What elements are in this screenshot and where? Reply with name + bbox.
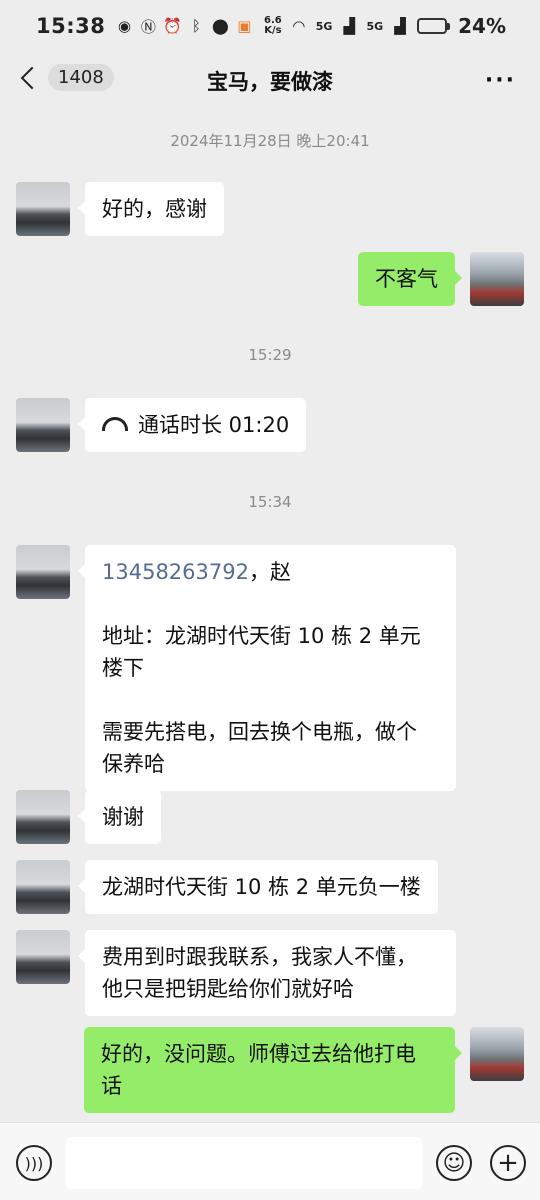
signal-2-label: 5G	[366, 19, 384, 33]
network-speed-unit: K/s	[264, 25, 282, 36]
app-notification-icon: ▣	[237, 17, 252, 35]
message-timestamp: 2024年11月28日 晚上20:41	[170, 132, 370, 150]
status-time: 15:38	[36, 14, 106, 38]
message-bubble[interactable]: 好的，感谢	[78, 182, 224, 236]
location-icon: ⬤	[211, 17, 229, 35]
signal-2-icon: ▟	[394, 17, 406, 35]
phone-number-link[interactable]: 13458263792	[102, 560, 249, 584]
more-functions-button[interactable]: +	[490, 1145, 526, 1181]
plus-icon: +	[497, 1148, 519, 1178]
signal-1-icon: ▟	[343, 17, 356, 35]
message-bubble[interactable]: 不客气	[358, 252, 462, 306]
contact-avatar[interactable]	[16, 545, 70, 599]
nfc-icon: Ⓝ	[140, 17, 156, 36]
contact-avatar[interactable]	[16, 398, 70, 452]
contact-avatar[interactable]	[16, 790, 70, 844]
network-speed: 6.6 K/s	[264, 16, 282, 36]
eye-icon: ◉	[117, 17, 131, 35]
emoji-button[interactable]: ☺	[436, 1145, 472, 1181]
message-bubble[interactable]: 谢谢	[78, 790, 161, 844]
message-bubble[interactable]: 13458263792，赵地址：龙湖时代天街 10 栋 2 单元 楼下 需要先搭…	[78, 545, 456, 791]
call-duration-text: 通话时长 01:20	[138, 413, 290, 437]
my-avatar[interactable]	[470, 252, 524, 306]
signal-1-label: 5G	[315, 19, 333, 33]
message-bubble[interactable]: 好的，没问题。师傅过去给他打电 话	[84, 1027, 462, 1113]
chat-header: 1408 宝马，要做漆 ···	[0, 52, 540, 108]
message-timestamp: 15:29	[248, 346, 292, 364]
message-bubble[interactable]: 龙湖时代天街 10 栋 2 单元负一楼	[78, 860, 438, 914]
message-bubble[interactable]: 费用到时跟我联系，我家人不懂， 他只是把钥匙给你们就好哈	[78, 930, 456, 1016]
wifi-icon: ◠	[292, 17, 306, 35]
bluetooth-icon: ᛒ	[191, 17, 201, 35]
emoji-icon: ☺	[442, 1150, 466, 1176]
input-bar: ))) ☺ +	[0, 1122, 540, 1200]
chat-title: 宝马，要做漆	[207, 70, 333, 94]
status-bar: 15:38 ◉ Ⓝ ⏰ ᛒ ⬤ ▣ 6.6 K/s ◠ 5G ▟ 5G ▟ 24…	[0, 0, 540, 52]
contact-avatar[interactable]	[16, 182, 70, 236]
contact-avatar[interactable]	[16, 860, 70, 914]
message-input[interactable]	[66, 1137, 422, 1189]
message-text: ，赵	[248, 560, 291, 584]
alarm-icon: ⏰	[163, 17, 182, 35]
battery-percent: 24%	[458, 14, 506, 38]
status-notification-icons: ◉ Ⓝ ⏰ ᛒ ⬤ ▣	[115, 17, 253, 36]
more-options-button[interactable]: ···	[485, 68, 516, 93]
my-avatar[interactable]	[470, 1027, 524, 1081]
call-record-bubble[interactable]: 通话时长 01:20	[77, 398, 307, 452]
message-timestamp: 15:34	[248, 493, 292, 511]
message-text: 地址：龙湖时代天街 10 栋 2 单元 楼下 需要先搭电，回去换个电瓶，做个 保…	[102, 624, 421, 776]
voice-icon: )))	[24, 1153, 44, 1173]
battery-icon	[417, 18, 451, 34]
voice-input-button[interactable]: )))	[16, 1145, 52, 1181]
contact-avatar[interactable]	[16, 930, 70, 984]
phone-call-icon	[102, 417, 128, 431]
